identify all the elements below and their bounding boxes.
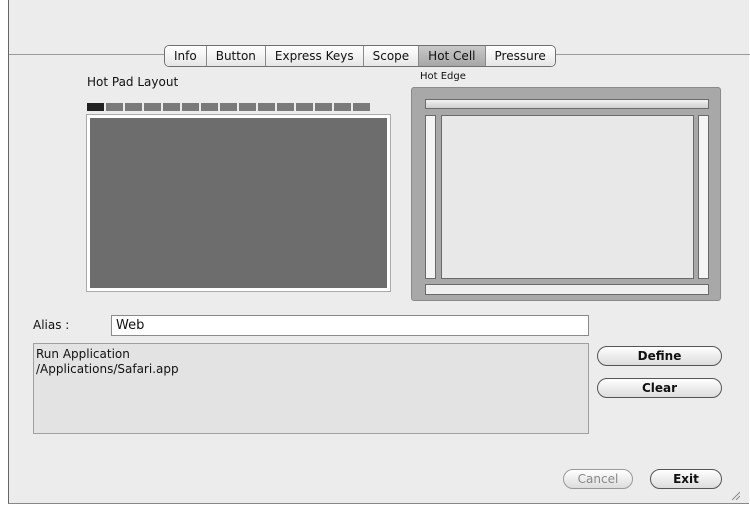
hot-cell-7[interactable] bbox=[201, 103, 218, 111]
tab-scope[interactable]: Scope bbox=[363, 46, 420, 66]
hot-edge-title: Hot Edge bbox=[420, 71, 466, 82]
action-type: Run Application bbox=[36, 347, 130, 361]
hot-cell-10[interactable] bbox=[258, 103, 275, 111]
action-description: Run Application /Applications/Safari.app bbox=[33, 343, 589, 434]
hot-cell-9[interactable] bbox=[239, 103, 256, 111]
hot-cell-11[interactable] bbox=[277, 103, 294, 111]
alias-input[interactable] bbox=[111, 315, 589, 336]
cancel-button[interactable]: Cancel bbox=[563, 469, 633, 489]
hot-cell-2[interactable] bbox=[106, 103, 123, 111]
hot-cell-4[interactable] bbox=[144, 103, 161, 111]
hot-pad-layout-title: Hot Pad Layout bbox=[87, 75, 179, 89]
tab-pressure[interactable]: Pressure bbox=[485, 46, 555, 66]
hot-cell-3[interactable] bbox=[125, 103, 142, 111]
hot-edge-top[interactable] bbox=[425, 99, 709, 109]
hot-cell-8[interactable] bbox=[220, 103, 237, 111]
tab-button[interactable]: Button bbox=[206, 46, 266, 66]
hot-edge-left[interactable] bbox=[425, 115, 436, 279]
tab-info[interactable]: Info bbox=[165, 46, 207, 66]
hot-cell-13[interactable] bbox=[315, 103, 332, 111]
resize-grip-icon[interactable] bbox=[730, 490, 740, 500]
hot-cell-5[interactable] bbox=[163, 103, 180, 111]
clear-button[interactable]: Clear bbox=[597, 378, 722, 398]
hot-edge-panel bbox=[411, 87, 721, 301]
alias-label: Alias : bbox=[33, 318, 70, 332]
action-path: /Applications/Safari.app bbox=[36, 362, 179, 376]
hot-cell-12[interactable] bbox=[296, 103, 313, 111]
define-button[interactable]: Define bbox=[597, 346, 722, 366]
hot-pad-area[interactable] bbox=[86, 114, 391, 292]
tab-bar: Info Button Express Keys Scope Hot Cell … bbox=[164, 45, 556, 67]
hot-cell-1[interactable] bbox=[87, 103, 104, 111]
tab-express-keys[interactable]: Express Keys bbox=[265, 46, 364, 66]
hot-cell-15[interactable] bbox=[353, 103, 370, 111]
exit-button[interactable]: Exit bbox=[650, 469, 722, 489]
hot-edge-right[interactable] bbox=[698, 115, 709, 279]
tab-hot-cell[interactable]: Hot Cell bbox=[419, 46, 486, 66]
hot-edge-center bbox=[441, 115, 694, 279]
hot-cell-6[interactable] bbox=[182, 103, 199, 111]
hot-cell-14[interactable] bbox=[334, 103, 351, 111]
hot-cell-strip bbox=[87, 103, 370, 111]
hot-edge-bottom[interactable] bbox=[425, 284, 709, 295]
